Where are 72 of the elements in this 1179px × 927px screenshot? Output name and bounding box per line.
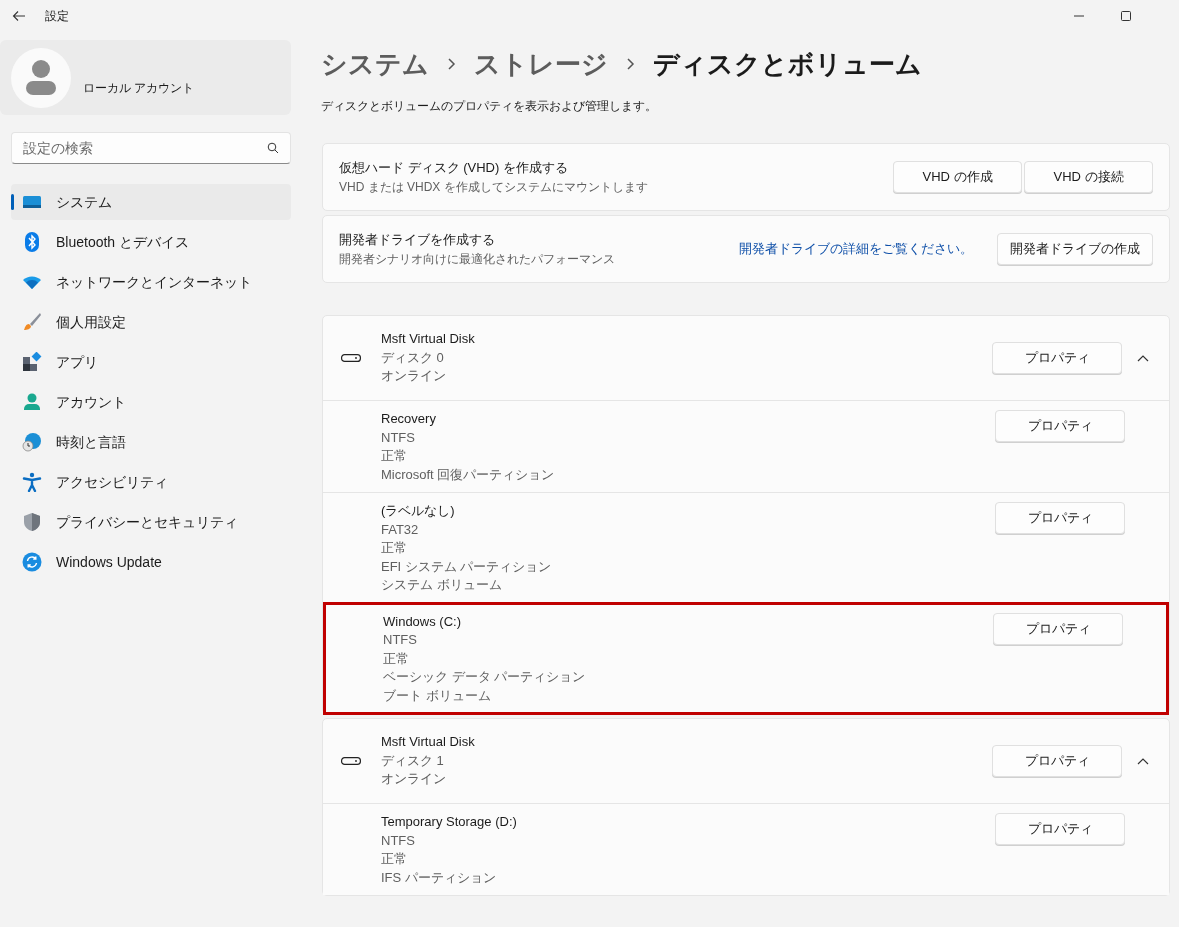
refresh-icon <box>22 552 42 572</box>
sidebar-item[interactable]: アカウント <box>11 384 291 420</box>
disk-name: Msft Virtual Disk <box>381 733 476 752</box>
page-description: ディスクとボリュームのプロパティを表示および管理します。 <box>321 98 658 115</box>
volume-name: Temporary Storage (D:) <box>381 813 518 831</box>
detail-text: IFS パーティション <box>381 868 497 887</box>
sidebar-item[interactable]: プライバシーとセキュリティ <box>11 504 291 540</box>
disk-name: Msft Virtual Disk <box>381 330 476 349</box>
person-icon <box>22 392 42 412</box>
maximize-icon[interactable] <box>1121 11 1131 21</box>
accessibility-icon <box>22 472 42 492</box>
sidebar-item[interactable]: アプリ <box>11 344 291 380</box>
window-title: 設定 <box>45 8 69 25</box>
detail-text: ベーシック データ パーティション <box>383 668 587 686</box>
volume-name: Windows (C:) <box>383 612 462 631</box>
apps-icon <box>22 352 42 372</box>
detail-text: システム ボリューム <box>381 576 503 594</box>
card-subtitle: VHD または VHDX を作成してシステムにマウントします <box>339 178 649 196</box>
shield-icon <box>22 512 42 532</box>
detail-text: 正常 <box>383 649 410 668</box>
chevron-up-icon[interactable] <box>1137 757 1149 765</box>
detail-text: NTFS <box>381 831 416 850</box>
properties-button[interactable]: プロパティ <box>992 745 1122 777</box>
sidebar-item[interactable]: Bluetooth とデバイス <box>11 224 291 260</box>
properties-button[interactable]: プロパティ <box>995 410 1125 442</box>
breadcrumb-item: ディスクとボリューム <box>653 47 922 81</box>
detail-text: ディスク 1 <box>381 751 445 770</box>
properties-button[interactable]: プロパティ <box>993 612 1123 645</box>
properties-button[interactable]: プロパティ <box>992 342 1122 374</box>
volume-name: (ラベルなし) <box>381 502 456 520</box>
breadcrumb-item[interactable]: ストレージ <box>474 44 608 84</box>
detail-text: ディスク 0 <box>381 348 445 367</box>
card-title: 開発者ドライブを作成する <box>339 231 496 250</box>
breadcrumb-item[interactable]: システム <box>321 44 429 84</box>
back-arrow-icon[interactable] <box>12 9 26 23</box>
detail-text: 正常 <box>381 447 408 465</box>
chevron-right-icon <box>447 57 456 71</box>
action-button[interactable]: 開発者ドライブの作成 <box>997 233 1153 265</box>
bluetooth-icon <box>22 232 42 252</box>
search-field[interactable]: 設定の検索 <box>11 132 291 164</box>
properties-button[interactable]: プロパティ <box>995 813 1125 845</box>
learn-more-link[interactable]: 開発者ドライブの詳細をご覧ください。 <box>739 239 973 259</box>
detail-text: NTFS <box>383 631 418 649</box>
sidebar-item[interactable]: 時刻と言語 <box>11 424 291 460</box>
sidebar-item[interactable]: ネットワークとインターネット <box>11 264 291 300</box>
detail-text: 正常 <box>381 539 408 557</box>
properties-button[interactable]: プロパティ <box>995 502 1125 534</box>
sidebar-item[interactable]: 個人用設定 <box>11 304 291 340</box>
drive-icon <box>341 757 361 765</box>
detail-text: Microsoft 回復パーティション <box>381 465 556 484</box>
detail-text: FAT32 <box>381 520 420 539</box>
chevron-up-icon[interactable] <box>1137 354 1149 362</box>
action-button[interactable]: VHD の接続 <box>1024 161 1153 193</box>
action-button[interactable]: VHD の作成 <box>893 161 1022 193</box>
account-name: ローカル アカウント <box>83 79 195 97</box>
detail-text: 正常 <box>381 850 408 868</box>
detail-text: NTFS <box>381 428 416 447</box>
chevron-right-icon <box>626 57 635 71</box>
detail-text: オンライン <box>381 770 447 789</box>
sidebar-item[interactable]: アクセシビリティ <box>11 464 291 500</box>
paintbrush-icon <box>22 312 42 332</box>
detail-text: EFI システム パーティション <box>381 557 553 576</box>
globe-clock-icon <box>22 432 42 452</box>
volume-name: Recovery <box>381 410 437 428</box>
detail-text: ブート ボリューム <box>383 686 492 705</box>
card-subtitle: 開発者シナリオ向けに最適化されたパフォーマンス <box>339 250 616 268</box>
sidebar-item[interactable]: Windows Update <box>11 544 291 580</box>
detail-text: オンライン <box>381 367 447 386</box>
search-icon <box>267 142 279 154</box>
sidebar-item[interactable]: システム <box>11 184 291 220</box>
drive-icon <box>341 354 361 362</box>
card-title: 仮想ハード ディスク (VHD) を作成する <box>339 159 569 178</box>
